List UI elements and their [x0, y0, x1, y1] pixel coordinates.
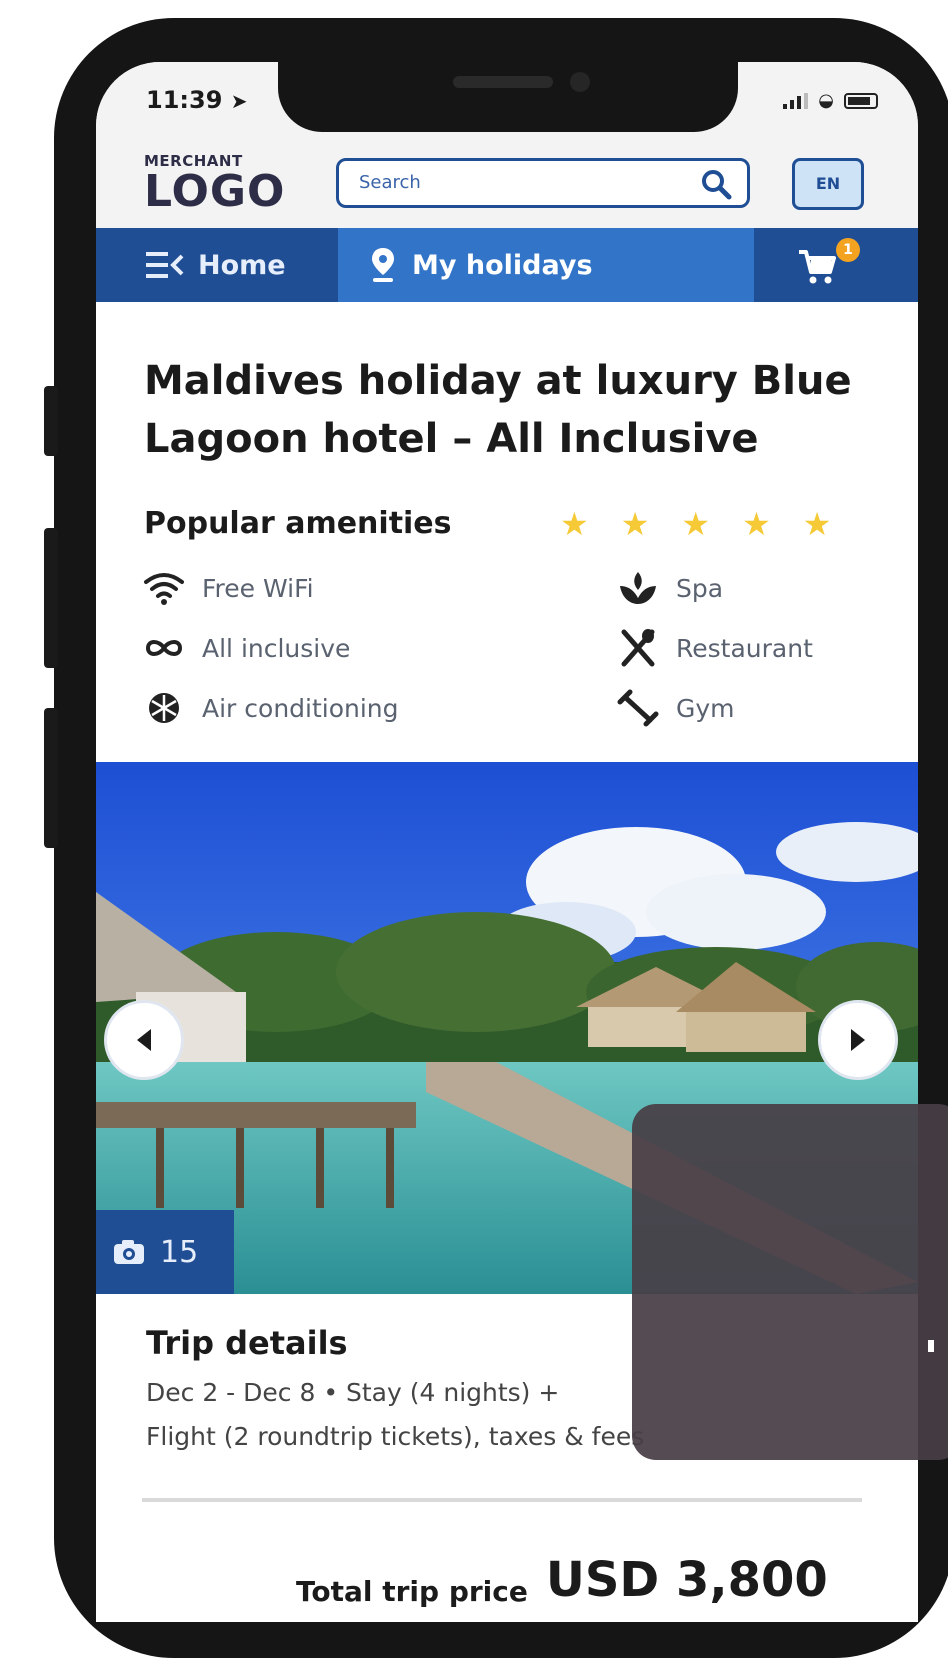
amenity-label: Gym — [676, 693, 735, 723]
snowflake-icon — [149, 693, 179, 723]
trip-details-heading: Trip details — [146, 1324, 348, 1362]
amenities-heading: Popular amenities — [144, 506, 452, 541]
nav-home[interactable]: Home — [96, 228, 338, 302]
mute-switch — [44, 386, 58, 456]
star-rating: ★ ★ ★ ★ ★ — [560, 504, 831, 544]
total-price-row: Total trip price USD 3,800 — [296, 1552, 828, 1608]
amenity-free-wifi: Free WiFi — [142, 568, 314, 608]
cart-icon[interactable] — [796, 244, 840, 288]
photo-count: 15 — [160, 1234, 199, 1270]
total-price-value: USD 3,800 — [545, 1552, 828, 1608]
wifi-status-icon: ◒ — [818, 90, 834, 111]
camera-icon — [114, 1240, 144, 1264]
status-time: 11:39 ➤ — [146, 86, 248, 114]
search-icon[interactable] — [699, 167, 733, 201]
volume-up-button — [44, 528, 58, 668]
main-nav: Home My holidays 1 — [96, 228, 918, 302]
trip-dates: Dec 2 - Dec 8 • Stay (4 nights) + — [146, 1378, 560, 1407]
infinity-icon — [145, 640, 183, 656]
app-header: MERCHANT LOGO EN — [96, 144, 918, 228]
merchant-logo[interactable]: MERCHANT LOGO — [144, 152, 285, 214]
floating-overlay — [632, 1104, 948, 1460]
amenity-label: Restaurant — [676, 633, 813, 663]
language-button[interactable]: EN — [792, 158, 864, 210]
nav-home-label: Home — [198, 249, 286, 281]
menu-icon — [146, 252, 184, 278]
star-icon: ★ — [681, 505, 711, 543]
nav-my-holidays-label: My holidays — [412, 249, 593, 281]
star-icon: ★ — [560, 505, 589, 543]
listing-title: Maldives holiday at luxury Blue Lagoon h… — [144, 358, 852, 462]
star-icon: ★ — [620, 505, 650, 543]
search-input[interactable] — [357, 171, 691, 194]
amenity-restaurant: Restaurant — [616, 628, 813, 668]
star-icon: ★ — [802, 505, 832, 543]
amenity-all-inclusive: All inclusive — [142, 628, 350, 668]
search-box[interactable] — [336, 158, 750, 208]
location-pin-icon — [372, 248, 394, 282]
logo-main-text: LOGO — [144, 166, 286, 217]
amenity-spa: Spa — [616, 568, 723, 608]
gym-icon — [617, 689, 659, 727]
amenity-label: All inclusive — [202, 633, 351, 663]
status-icons: ◒ — [783, 90, 878, 111]
gallery-prev-button[interactable] — [104, 1000, 184, 1080]
signal-icon — [783, 92, 809, 109]
chevron-right-icon — [851, 1029, 865, 1051]
trip-inclusions: Flight (2 roundtrip tickets), taxes & fe… — [146, 1422, 645, 1451]
amenity-label: Free WiFi — [202, 573, 314, 603]
spa-icon — [620, 572, 656, 604]
wifi-icon — [144, 573, 184, 605]
cart-badge: 1 — [836, 238, 860, 262]
nav-my-holidays[interactable]: My holidays — [338, 228, 754, 302]
amenity-gym: Gym — [616, 688, 735, 728]
total-price-label: Total trip price — [296, 1575, 528, 1608]
divider — [142, 1498, 862, 1502]
photo-count-badge[interactable]: 15 — [96, 1210, 234, 1294]
restaurant-icon — [621, 629, 655, 667]
amenity-air-conditioning: Air conditioning — [142, 688, 399, 728]
volume-down-button — [44, 708, 58, 848]
chevron-left-icon — [137, 1029, 151, 1051]
notch — [278, 62, 738, 132]
star-icon: ★ — [742, 505, 771, 543]
gallery-next-button[interactable] — [818, 1000, 898, 1080]
battery-icon — [844, 92, 878, 109]
amenity-label: Spa — [676, 573, 724, 603]
amenity-label: Air conditioning — [202, 693, 399, 723]
